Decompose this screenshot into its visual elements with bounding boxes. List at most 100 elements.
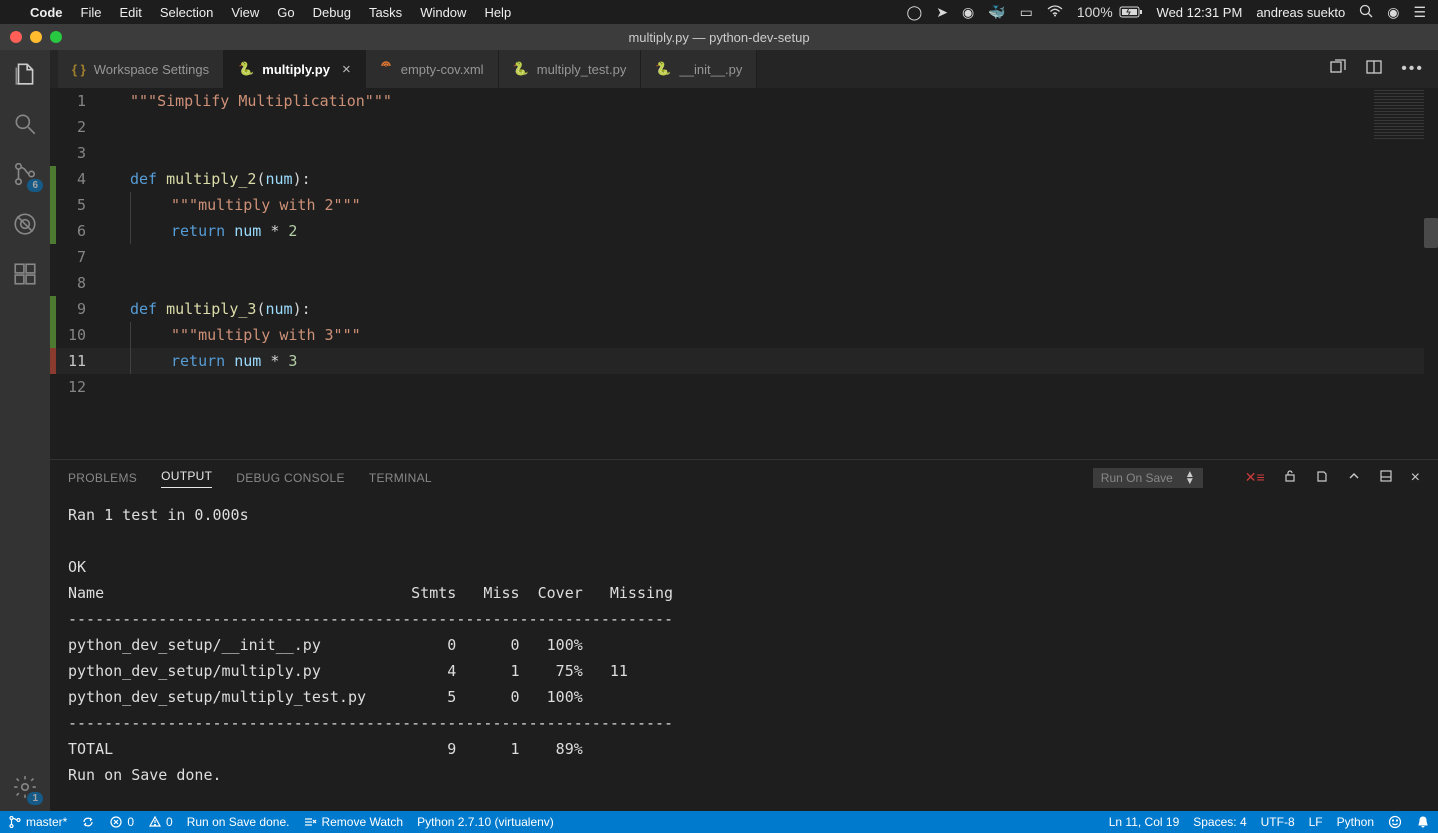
line-number: 5 — [56, 192, 106, 218]
minimap[interactable] — [1374, 90, 1424, 140]
code-line[interactable]: 1"""Simplify Multiplication""" — [50, 88, 1438, 114]
line-number: 7 — [56, 244, 106, 270]
clear-output-icon[interactable]: ✕≡ — [1245, 469, 1265, 487]
code-line[interactable]: 5"""multiply with 2""" — [50, 192, 1438, 218]
editor-tabs: { } Workspace Settings 🐍 multiply.py × e… — [50, 50, 1438, 88]
maximize-panel-icon[interactable] — [1379, 469, 1393, 487]
code-line[interactable]: 2 — [50, 114, 1438, 140]
tab-init[interactable]: 🐍 __init__.py — [641, 50, 757, 88]
code-line[interactable]: 3 — [50, 140, 1438, 166]
line-content: def multiply_2(num): — [106, 166, 311, 192]
status-eol[interactable]: LF — [1309, 815, 1323, 829]
line-number: 9 — [56, 296, 106, 322]
code-line[interactable]: 6return num * 2 — [50, 218, 1438, 244]
menu-app[interactable]: Code — [30, 5, 63, 20]
panel-tab-debug-console[interactable]: DEBUG CONSOLE — [236, 471, 345, 485]
line-content — [106, 270, 130, 296]
activity-search-icon[interactable] — [11, 110, 39, 138]
line-number: 6 — [56, 218, 106, 244]
tray-display-icon[interactable]: ▭ — [1020, 4, 1033, 21]
python-icon: 🐍 — [655, 61, 671, 77]
tray-user[interactable]: andreas suekto — [1256, 5, 1345, 20]
tab-workspace-settings[interactable]: { } Workspace Settings — [58, 50, 224, 88]
status-remove-watch[interactable]: Remove Watch — [303, 815, 403, 829]
line-content — [106, 114, 130, 140]
menu-help[interactable]: Help — [484, 5, 511, 20]
panel-tab-problems[interactable]: PROBLEMS — [68, 471, 137, 485]
menu-file[interactable]: File — [81, 5, 102, 20]
status-language[interactable]: Python — [1337, 815, 1374, 829]
code-line[interactable]: 8 — [50, 270, 1438, 296]
status-branch[interactable]: master* — [8, 815, 67, 829]
menu-window[interactable]: Window — [420, 5, 466, 20]
collapse-panel-icon[interactable] — [1347, 469, 1361, 487]
status-cursor-position[interactable]: Ln 11, Col 19 — [1109, 815, 1180, 829]
code-line[interactable]: 10"""multiply with 3""" — [50, 322, 1438, 348]
tray-circle-icon[interactable]: ◯ — [907, 4, 923, 21]
tray-docker-icon[interactable]: 🐳 — [988, 4, 1005, 21]
menu-selection[interactable]: Selection — [160, 5, 213, 20]
status-feedback-icon[interactable] — [1388, 815, 1402, 829]
line-number: 1 — [56, 88, 106, 114]
status-errors[interactable]: 0 — [109, 815, 134, 829]
status-sync[interactable] — [81, 815, 95, 829]
menu-view[interactable]: View — [231, 5, 259, 20]
line-number: 4 — [56, 166, 106, 192]
code-line[interactable]: 9def multiply_3(num): — [50, 296, 1438, 322]
activity-debug-icon[interactable] — [11, 210, 39, 238]
activity-extensions-icon[interactable] — [11, 260, 39, 288]
output-channel-select[interactable]: Run On Save ▲▼ — [1093, 468, 1203, 488]
status-warnings[interactable]: 0 — [148, 815, 173, 829]
activity-scm-icon[interactable]: 6 — [11, 160, 39, 188]
status-encoding[interactable]: UTF-8 — [1261, 815, 1295, 829]
window-controls — [10, 31, 62, 43]
tab-empty-cov[interactable]: empty-cov.xml — [366, 50, 499, 88]
tab-multiply[interactable]: 🐍 multiply.py × — [224, 50, 366, 88]
menu-edit[interactable]: Edit — [119, 5, 141, 20]
tab-multiply-test[interactable]: 🐍 multiply_test.py — [499, 50, 642, 88]
open-log-icon[interactable] — [1315, 469, 1329, 487]
python-icon: 🐍 — [513, 61, 529, 77]
code-line[interactable]: 12 — [50, 374, 1438, 400]
close-panel-icon[interactable]: × — [1411, 469, 1420, 487]
tray-line-icon[interactable]: ◉ — [962, 4, 974, 21]
code-line[interactable]: 11return num * 3 — [50, 348, 1438, 374]
code-line[interactable]: 4def multiply_2(num): — [50, 166, 1438, 192]
tray-clock[interactable]: Wed 12:31 PM — [1157, 5, 1243, 20]
tray-siri-icon[interactable]: ◉ — [1387, 4, 1399, 21]
tray-location-icon[interactable]: ➤ — [936, 4, 948, 21]
split-editor-icon[interactable] — [1365, 58, 1383, 81]
close-icon[interactable]: × — [342, 61, 351, 78]
tray-spotlight-icon[interactable] — [1359, 4, 1373, 21]
status-python[interactable]: Python 2.7.10 (virtualenv) — [417, 815, 554, 829]
activity-settings-icon[interactable]: 1 — [11, 773, 39, 801]
menu-tasks[interactable]: Tasks — [369, 5, 402, 20]
status-run-on-save[interactable]: Run on Save done. — [187, 815, 290, 829]
menu-go[interactable]: Go — [277, 5, 294, 20]
window-maximize-button[interactable] — [50, 31, 62, 43]
window-close-button[interactable] — [10, 31, 22, 43]
status-bar: master* 0 0 Run on Save done. Remove Wat… — [0, 811, 1438, 833]
status-bell-icon[interactable] — [1416, 815, 1430, 829]
scrollbar-thumb[interactable] — [1424, 218, 1438, 248]
code-editor[interactable]: 1"""Simplify Multiplication"""234def mul… — [50, 88, 1438, 459]
compare-changes-icon[interactable] — [1329, 58, 1347, 81]
tab-label: __init__.py — [680, 62, 743, 77]
tab-label: multiply_test.py — [537, 62, 627, 77]
line-content — [106, 374, 130, 400]
window-minimize-button[interactable] — [30, 31, 42, 43]
scrollbar-track[interactable] — [1424, 88, 1438, 459]
code-line[interactable]: 7 — [50, 244, 1438, 270]
output-content[interactable]: Ran 1 test in 0.000s OK Name Stmts Miss … — [50, 496, 1438, 811]
panel-tab-output[interactable]: OUTPUT — [161, 469, 212, 488]
menu-debug[interactable]: Debug — [313, 5, 351, 20]
line-content: return num * 2 — [106, 218, 297, 244]
status-indentation[interactable]: Spaces: 4 — [1193, 815, 1246, 829]
panel-tab-terminal[interactable]: TERMINAL — [369, 471, 432, 485]
tray-battery-icon[interactable]: 100% — [1077, 4, 1143, 20]
lock-scroll-icon[interactable] — [1283, 469, 1297, 487]
tray-notifications-icon[interactable]: ☰ — [1413, 4, 1426, 21]
activity-explorer-icon[interactable] — [11, 60, 39, 88]
more-actions-icon[interactable]: ••• — [1401, 60, 1424, 78]
tray-wifi-icon[interactable] — [1047, 4, 1063, 20]
